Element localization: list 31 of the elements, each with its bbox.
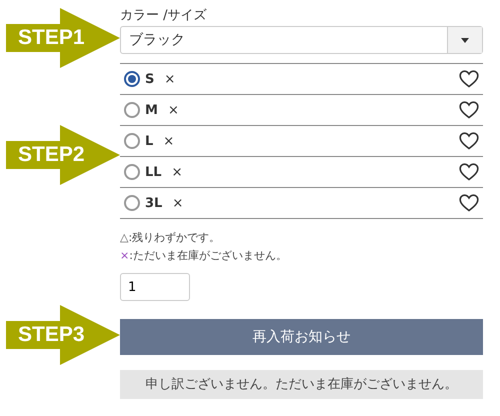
heart-icon[interactable]: [459, 132, 479, 150]
step-label: STEP1: [18, 26, 85, 50]
quantity-field[interactable]: 1: [120, 273, 190, 301]
radio-button[interactable]: [124, 164, 140, 180]
stock-mark: ×: [172, 164, 182, 180]
heart-icon[interactable]: [459, 70, 479, 88]
field-label: カラー /サイズ: [120, 8, 208, 25]
size-label: L: [145, 134, 154, 148]
stock-mark: ×: [172, 196, 184, 210]
radio-button[interactable]: [124, 133, 140, 149]
stock-mark: ×: [168, 102, 179, 118]
legend-text: ×:ただいま在庫がございません。: [120, 248, 287, 264]
size-label: LL: [145, 164, 162, 180]
stock-mark: ×: [163, 134, 174, 148]
step-label: STEP2: [18, 143, 85, 167]
radio-button[interactable]: [124, 195, 140, 211]
step-label: STEP3: [18, 323, 85, 347]
legend-text: △:残りわずかです。: [120, 230, 220, 246]
heart-icon[interactable]: [459, 194, 479, 212]
size-label: S: [145, 72, 154, 86]
caret-icon: [461, 38, 469, 42]
color-select[interactable]: ブラック: [120, 26, 483, 54]
heart-icon[interactable]: [459, 163, 479, 181]
radio-button[interactable]: [124, 102, 140, 118]
restock-notify-button[interactable]: 再入荷お知らせ: [120, 319, 483, 355]
out-of-stock-message: 申し訳ございません。ただいま在庫がございません。: [120, 370, 483, 399]
heart-icon[interactable]: [459, 101, 479, 119]
radio-button[interactable]: [124, 71, 140, 87]
stock-mark: ×: [164, 72, 176, 86]
size-label: 3L: [145, 196, 162, 210]
size-label: M: [145, 102, 158, 118]
